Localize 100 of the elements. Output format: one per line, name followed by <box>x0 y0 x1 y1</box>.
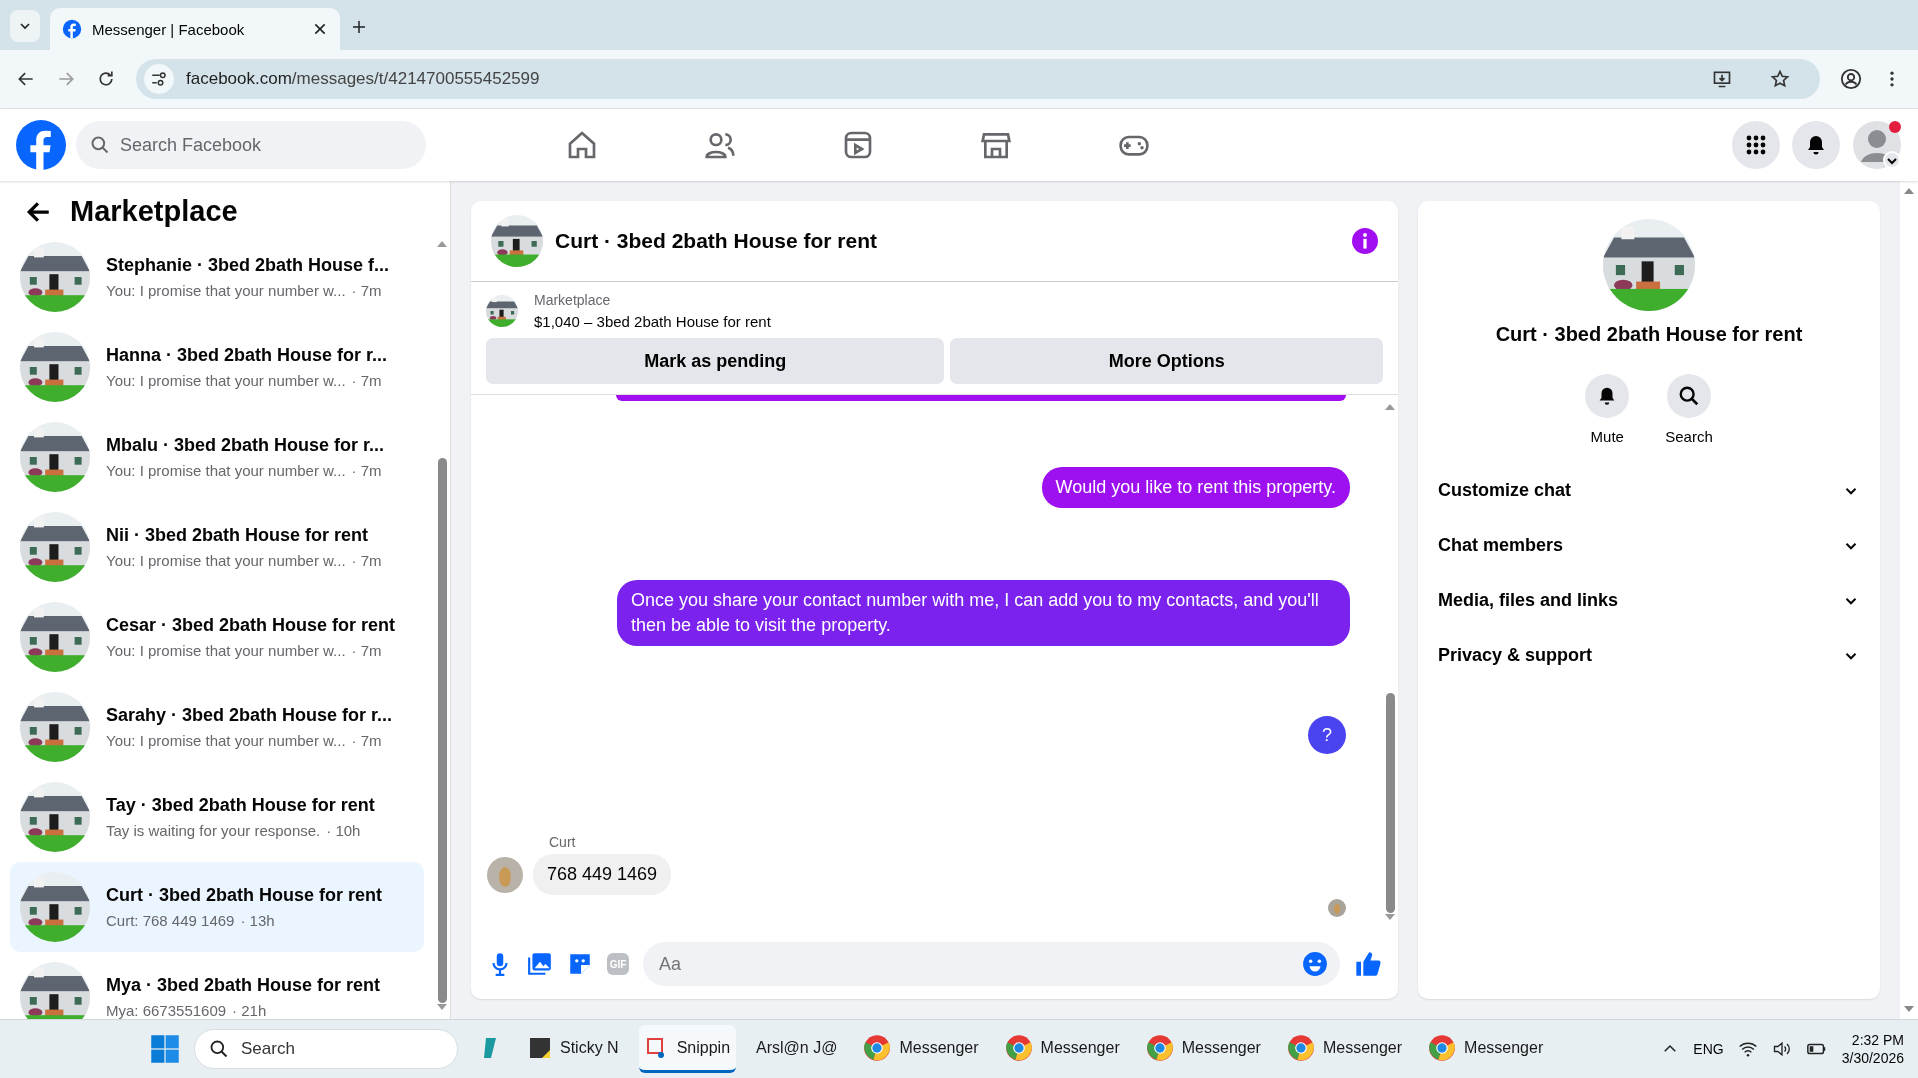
profile-icon[interactable] <box>1840 68 1862 90</box>
reload-icon[interactable] <box>96 69 116 89</box>
grid-icon[interactable] <box>1744 133 1768 157</box>
conversation-name: Tay · 3bed 2bath House for rent <box>106 795 375 816</box>
note-icon[interactable] <box>528 1035 552 1060</box>
message-preview: Tay is waiting for your response. <box>106 822 321 839</box>
thumbs-up-icon[interactable] <box>1354 950 1382 978</box>
message-time: · 7m <box>351 552 382 569</box>
contact-avatar-icon[interactable] <box>487 856 523 893</box>
tab-title: Messenger | Facebook <box>92 20 246 38</box>
conversation-name: Sarahy · 3bed 2bath House for r... <box>106 705 393 726</box>
conversation-item[interactable]: Nii · 3bed 2bath House for rent You: I promise that your number w... · 7m <box>10 502 424 592</box>
search-icon[interactable] <box>1678 385 1700 407</box>
conversation-name: Stephanie · 3bed 2bath House f... <box>106 255 390 276</box>
emoji-icon[interactable] <box>1302 951 1328 977</box>
windows-icon[interactable] <box>150 1034 180 1064</box>
message-time: · 21h <box>232 1002 267 1019</box>
close-icon[interactable] <box>312 21 328 37</box>
message-time: · 7m <box>351 282 382 299</box>
message-preview: Mya: 6673551609 <box>106 1002 227 1019</box>
home-icon[interactable] <box>566 129 598 161</box>
browser-icon[interactable] <box>1145 1033 1174 1062</box>
mark-pending-button[interactable]: Mark as pending <box>486 338 945 384</box>
apps-menu-button[interactable] <box>1732 121 1780 169</box>
taskbar-app[interactable]: Arsl@n J@ <box>750 1025 844 1073</box>
received-message: 768 449 1469 <box>533 854 672 895</box>
message-time: · 10h <box>326 822 361 839</box>
browser-icon[interactable] <box>1286 1033 1315 1062</box>
message-preview: You: I promise that your number w... <box>106 372 346 389</box>
conversation-name: Hanna · 3bed 2bath House for r... <box>106 345 388 366</box>
scrollbar-thumb[interactable] <box>1385 693 1395 913</box>
section-toggle[interactable]: Media, files and links <box>1438 573 1860 628</box>
taskbar-search-placeholder: Search <box>241 1039 296 1059</box>
seen-avatar-icon[interactable] <box>1328 899 1346 917</box>
facebook-icon[interactable] <box>62 19 82 39</box>
bookmark-star-icon[interactable] <box>1770 69 1790 89</box>
more-options-button[interactable]: More Options <box>950 338 1383 384</box>
listing-label: Marketplace <box>534 292 612 308</box>
browser-icon[interactable] <box>1428 1033 1457 1062</box>
info-icon[interactable] <box>1352 228 1378 254</box>
language-indicator[interactable]: ENG <box>1693 1041 1724 1057</box>
conversation-item[interactable]: Tay · 3bed 2bath House for rent Tay is waiting for your response. · 10h <box>10 772 424 862</box>
conversation-name: Cesar · 3bed 2bath House for rent <box>106 615 396 636</box>
taskbar-app[interactable]: Messenger <box>857 1025 985 1073</box>
taskbar-app[interactable]: Snippin <box>638 1025 737 1073</box>
message-preview: You: I promise that your number w... <box>106 552 346 569</box>
chat-title: Curt · 3bed 2bath House for rent <box>555 229 879 253</box>
section-toggle[interactable]: Customize chat <box>1438 463 1860 518</box>
message-time: · 7m <box>351 642 382 659</box>
avatar-icon[interactable] <box>1852 120 1902 170</box>
sent-message: Would you like to rent this property. <box>1041 467 1350 508</box>
volume-icon[interactable] <box>1771 1039 1792 1059</box>
scrollbar-thumb[interactable] <box>437 458 447 1003</box>
section-toggle[interactable]: Chat members <box>1438 518 1860 573</box>
conversation-name: Curt · 3bed 2bath House for rent <box>106 885 383 906</box>
sticker-icon[interactable] <box>567 951 593 977</box>
url-text: facebook.com/messages/t/4214700555452599 <box>186 69 541 89</box>
conversation-item[interactable]: Sarahy · 3bed 2bath House for r... You: I promise that your number w... · 7m <box>10 682 424 772</box>
plus-icon[interactable] <box>350 18 368 36</box>
message-time: · 7m <box>351 372 382 389</box>
message-preview: You: I promise that your number w... <box>106 462 346 479</box>
conversation-item[interactable]: Hanna · 3bed 2bath House for r... You: I promise that your number w... · 7m <box>10 322 424 412</box>
search-field[interactable]: Search Facebook <box>76 121 426 169</box>
taskbar-app[interactable]: Sticky N <box>522 1025 625 1073</box>
message-field[interactable]: Aa <box>643 942 1340 986</box>
listing-title: $1,040 – 3bed 2bath House for rent <box>534 313 771 330</box>
taskbar-app[interactable]: Messenger <box>998 1025 1126 1073</box>
browser-icon[interactable] <box>1004 1033 1033 1062</box>
photo-icon[interactable] <box>527 951 553 977</box>
conversation-item[interactable]: Curt · 3bed 2bath House for rent Curt: 768 449 1469 · 13h <box>10 862 424 952</box>
install-icon[interactable] <box>1712 69 1732 89</box>
browser-icon[interactable] <box>863 1033 892 1062</box>
conversation-item[interactable]: Cesar · 3bed 2bath House for rent You: I promise that your number w... · 7m <box>10 592 424 682</box>
message-time: · 7m <box>351 462 382 479</box>
browser-tab[interactable]: Messenger | Facebook <box>50 8 340 50</box>
sent-message: Once you share your contact number with me, I can add you to my contacts, and you'll then be able to visit the property. <box>617 580 1350 646</box>
address-bar[interactable]: facebook.com/messages/t/4214700555452599 <box>136 59 1820 99</box>
message-preview: Curt: 768 449 1469 <box>106 912 235 929</box>
message-preview: You: I promise that your number w... <box>106 282 346 299</box>
conversation-name: Mbalu · 3bed 2bath House for r... <box>106 435 385 456</box>
taskbar-app[interactable]: Messenger <box>1422 1025 1550 1073</box>
conversation-item[interactable]: Mbalu · 3bed 2bath House for r... You: I promise that your number w... · 7m <box>10 412 424 502</box>
message-preview: You: I promise that your number w... <box>106 732 346 749</box>
message-time: · 13h <box>240 912 275 929</box>
facebook-logo-icon[interactable] <box>16 120 66 170</box>
video-icon[interactable] <box>842 129 874 161</box>
search-icon[interactable] <box>209 1039 229 1059</box>
taskbar-app[interactable]: Messenger <box>1139 1025 1267 1073</box>
details-title: Curt · 3bed 2bath House for rent <box>1495 323 1803 346</box>
taskbar-search-field[interactable]: Search <box>194 1029 458 1069</box>
notification-dot-icon <box>1888 120 1902 134</box>
sent-message: ? <box>1308 716 1346 754</box>
notifications-button[interactable] <box>1792 121 1840 169</box>
section-toggle[interactable]: Privacy & support <box>1438 628 1860 683</box>
conversation-item[interactable]: Stephanie · 3bed 2bath House f... You: I promise that your number w... · 7m <box>10 232 424 322</box>
clock[interactable]: 2:32 PM 3/30/2026 <box>1841 1031 1904 1067</box>
taskbar-app[interactable]: Messenger <box>1280 1025 1409 1073</box>
site-settings-icon[interactable] <box>150 70 168 88</box>
message-time: · 7m <box>351 732 382 749</box>
sender-name: Curt <box>549 834 577 850</box>
